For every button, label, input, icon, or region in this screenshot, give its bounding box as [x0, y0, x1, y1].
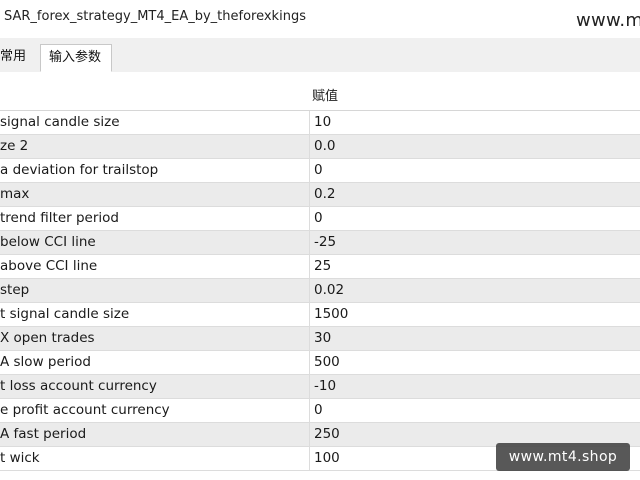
tab-inputs[interactable]: 输入参数 [40, 44, 112, 72]
parameter-name: signal candle size [0, 114, 120, 130]
table-row[interactable]: X open trades 30 [0, 327, 640, 351]
parameter-name: t wick [0, 450, 40, 466]
parameter-value[interactable]: 0 [309, 399, 640, 422]
parameter-value[interactable]: 0.2 [309, 183, 640, 206]
table-row[interactable]: ze 2 0.0 [0, 135, 640, 159]
parameter-value[interactable]: 0.02 [309, 279, 640, 302]
parameter-name: t loss account currency [0, 378, 157, 394]
value-column-header: 赋值 [312, 89, 339, 104]
parameter-value[interactable]: 25 [309, 255, 640, 278]
table-row[interactable]: t loss account currency -10 [0, 375, 640, 399]
tab-bar: 常用 输入参数 [0, 38, 640, 73]
parameter-value[interactable]: 500 [309, 351, 640, 374]
table-header: 赋值 [0, 84, 640, 111]
inputs-panel: 赋值 signal candle size 10 ze 2 0.0 a deviatio… [0, 72, 640, 480]
table-row[interactable]: below CCI line -25 [0, 231, 640, 255]
table-row[interactable]: above CCI line 25 [0, 255, 640, 279]
parameter-value[interactable]: 0 [309, 207, 640, 230]
table-row[interactable]: step 0.02 [0, 279, 640, 303]
table-row[interactable]: A slow period 500 [0, 351, 640, 375]
parameter-value[interactable]: 1500 [309, 303, 640, 326]
table-row[interactable]: e profit account currency 0 [0, 399, 640, 423]
parameter-value[interactable]: -10 [309, 375, 640, 398]
table-row[interactable]: signal candle size 10 [0, 111, 640, 135]
parameter-name: a deviation for trailstop [0, 162, 159, 178]
parameter-name: A fast period [0, 426, 87, 442]
parameter-name: max [0, 186, 30, 202]
table-row[interactable]: max 0.2 [0, 183, 640, 207]
title-bar: SAR_forex_strategy_MT4_EA_by_theforexkin… [0, 0, 640, 38]
watermark-text: www.mt [576, 10, 640, 31]
table-row[interactable]: a deviation for trailstop 0 [0, 159, 640, 183]
parameter-name: A slow period [0, 354, 91, 370]
parameter-value[interactable]: -25 [309, 231, 640, 254]
parameters-table: 赋值 signal candle size 10 ze 2 0.0 a deviatio… [0, 84, 640, 471]
table-row[interactable]: trend filter period 0 [0, 207, 640, 231]
parameter-name: e profit account currency [0, 402, 170, 418]
parameter-name: below CCI line [0, 234, 96, 250]
parameter-name: above CCI line [0, 258, 98, 274]
parameter-value[interactable]: 0 [309, 159, 640, 182]
parameter-name: trend filter period [0, 210, 119, 226]
tab-common[interactable]: 常用 [0, 44, 42, 71]
parameter-name: ze 2 [0, 138, 29, 154]
parameter-value[interactable]: 0.0 [309, 135, 640, 158]
window-title: SAR_forex_strategy_MT4_EA_by_theforexkin… [4, 9, 306, 24]
table-row[interactable]: t signal candle size 1500 [0, 303, 640, 327]
watermark-badge: www.mt4.shop [496, 443, 630, 471]
parameter-name: t signal candle size [0, 306, 130, 322]
parameter-name: step [0, 282, 30, 298]
parameter-name: X open trades [0, 330, 95, 346]
parameter-value[interactable]: 10 [309, 111, 640, 134]
parameter-value[interactable]: 30 [309, 327, 640, 350]
